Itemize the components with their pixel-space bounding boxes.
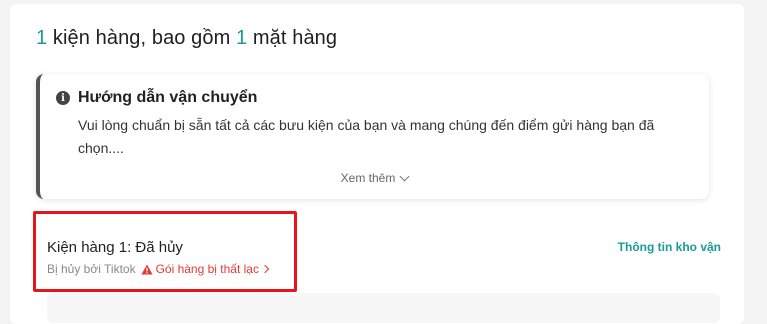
shipping-guide-title: Hướng dẫn vận chuyển	[78, 89, 258, 106]
package-count: 1	[36, 27, 48, 49]
package-count-label: kiện hàng, bao gồm	[47, 27, 237, 49]
see-more-button[interactable]: Xem thêm	[40, 171, 709, 185]
highlight-box	[33, 211, 297, 292]
page-title: 1 kiện hàng, bao gồm 1 mặt hàng	[36, 27, 337, 50]
logistics-info-link[interactable]: Thông tin kho vận	[618, 240, 721, 254]
shipping-guide-text: Vui lòng chuẩn bị sẵn tất cả các bưu kiệ…	[78, 117, 655, 156]
item-count-label: mặt hàng	[247, 27, 338, 49]
shipping-guide-header: i Hướng dẫn vận chuyển	[56, 89, 257, 107]
package-detail-box	[47, 293, 720, 323]
chevron-down-icon	[399, 171, 410, 181]
see-more-label: Xem thêm	[340, 171, 396, 185]
shipping-guide-panel: i Hướng dẫn vận chuyển Vui lòng chuẩn bị…	[36, 74, 709, 199]
info-icon: i	[56, 91, 70, 105]
item-count: 1	[236, 27, 248, 49]
